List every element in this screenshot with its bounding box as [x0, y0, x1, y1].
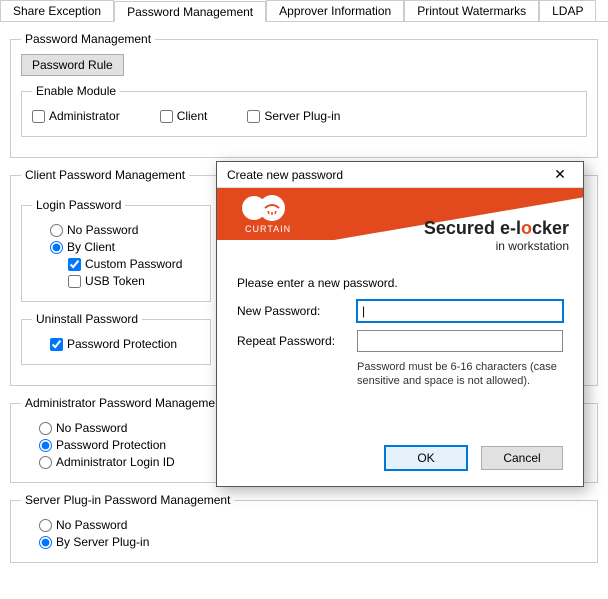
tab-printout-watermarks[interactable]: Printout Watermarks — [404, 0, 539, 21]
radio-label: No Password — [56, 518, 127, 532]
client-password-legend: Client Password Management — [21, 168, 189, 182]
uninstall-password-legend: Uninstall Password — [32, 312, 142, 326]
admin-password-legend: Administrator Password Management — [21, 396, 229, 410]
close-icon[interactable]: ✕ — [545, 166, 575, 183]
tab-password-management[interactable]: Password Management — [114, 1, 266, 22]
uninstall-password-protection-checkbox[interactable]: Password Protection — [50, 337, 200, 351]
server-by-plugin-radio[interactable]: By Server Plug-in — [39, 535, 587, 549]
cancel-button[interactable]: Cancel — [481, 446, 563, 470]
curtain-logo-icon — [239, 194, 289, 222]
dialog-buttons: OK Cancel — [217, 434, 583, 486]
brand-sub: in workstation — [424, 239, 569, 253]
tab-share-exception[interactable]: Share Exception — [0, 0, 114, 21]
dialog-prompt: Please enter a new password. — [237, 276, 563, 290]
radio-label: Password Protection — [56, 438, 166, 452]
server-plugin-password-group: Server Plug-in Password Management No Pa… — [10, 493, 598, 563]
brand-post: cker — [532, 218, 569, 238]
dialog-banner: CURTAIN Secured e-locker in workstation — [217, 188, 583, 268]
ok-button[interactable]: OK — [385, 446, 467, 470]
enable-client-checkbox[interactable]: Client — [160, 109, 208, 123]
custom-password-checkbox[interactable]: Custom Password — [68, 257, 200, 271]
password-management-legend: Password Management — [21, 32, 155, 46]
radio-label: By Client — [67, 240, 115, 254]
brand-text: Secured e-locker in workstation — [424, 218, 569, 253]
enable-module-group: Enable Module Administrator Client Serve… — [21, 84, 587, 137]
brand-pre: Secured e-l — [424, 218, 521, 238]
uninstall-password-group: Uninstall Password Password Protection — [21, 312, 211, 365]
password-management-group: Password Management Password Rule Enable… — [10, 32, 598, 158]
checkbox-label: Administrator — [49, 109, 120, 123]
radio-label: No Password — [56, 421, 127, 435]
enable-server-plugin-checkbox[interactable]: Server Plug-in — [247, 109, 340, 123]
password-hint: Password must be 6-16 characters (case s… — [357, 360, 563, 389]
login-no-password-radio[interactable]: No Password — [50, 223, 200, 237]
new-password-label: New Password: — [237, 304, 357, 318]
repeat-password-input[interactable] — [357, 330, 563, 352]
curtain-logo-text: CURTAIN — [245, 224, 291, 234]
server-plugin-password-legend: Server Plug-in Password Management — [21, 493, 234, 507]
brand-o: o — [521, 218, 532, 238]
tab-ldap[interactable]: LDAP — [539, 0, 596, 21]
dialog-title: Create new password — [227, 168, 343, 182]
checkbox-label: USB Token — [85, 274, 145, 288]
radio-label: By Server Plug-in — [56, 535, 149, 549]
radio-label: No Password — [67, 223, 138, 237]
login-password-legend: Login Password — [32, 198, 125, 212]
login-by-client-radio[interactable]: By Client — [50, 240, 200, 254]
create-password-dialog: Create new password ✕ CURTAIN Secured e-… — [216, 161, 584, 487]
usb-token-checkbox[interactable]: USB Token — [68, 274, 200, 288]
password-rule-button[interactable]: Password Rule — [21, 54, 124, 76]
new-password-input[interactable] — [357, 300, 563, 322]
checkbox-label: Custom Password — [85, 257, 182, 271]
tab-approver-information[interactable]: Approver Information — [266, 0, 404, 21]
repeat-password-label: Repeat Password: — [237, 334, 357, 348]
login-password-group: Login Password No Password By Client Cus… — [21, 198, 211, 302]
dialog-body: Please enter a new password. New Passwor… — [217, 268, 583, 434]
dialog-titlebar: Create new password ✕ — [217, 162, 583, 188]
server-no-password-radio[interactable]: No Password — [39, 518, 587, 532]
checkbox-label: Password Protection — [67, 337, 177, 351]
checkbox-label: Client — [177, 109, 208, 123]
enable-administrator-checkbox[interactable]: Administrator — [32, 109, 120, 123]
radio-label: Administrator Login ID — [56, 455, 175, 469]
tab-bar: Share Exception Password Management Appr… — [0, 0, 608, 22]
enable-module-legend: Enable Module — [32, 84, 120, 98]
checkbox-label: Server Plug-in — [264, 109, 340, 123]
